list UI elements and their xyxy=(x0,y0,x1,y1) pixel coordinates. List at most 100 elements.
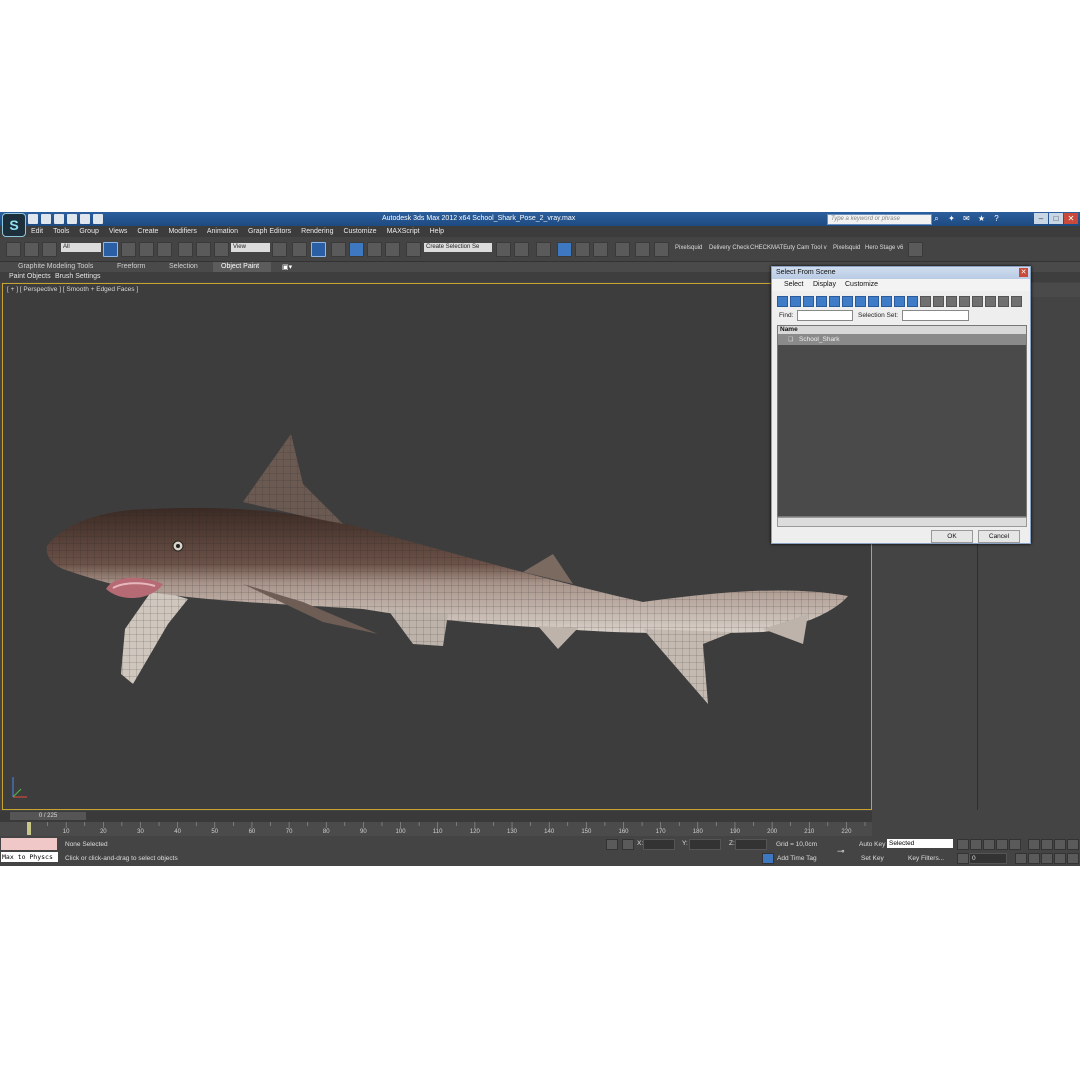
display-bones-icon[interactable] xyxy=(881,296,892,307)
render-setup-icon[interactable] xyxy=(635,242,650,257)
time-configuration-icon[interactable] xyxy=(1015,853,1027,864)
ok-button[interactable]: OK xyxy=(931,530,973,543)
percent-snap-icon[interactable] xyxy=(367,242,382,257)
set-key-button[interactable]: Set Key xyxy=(861,855,884,862)
layer-manager-icon[interactable] xyxy=(536,242,551,257)
toolbar-label-hero-stage[interactable]: Hero Stage v6 xyxy=(865,245,903,251)
current-frame-field[interactable]: 0 xyxy=(969,853,1007,864)
edit-named-selection-icon[interactable] xyxy=(406,242,421,257)
list-item[interactable]: ❏ School_Shark xyxy=(778,334,1026,345)
bind-space-warp-icon[interactable] xyxy=(42,242,57,257)
key-mode-dropdown[interactable]: Selected xyxy=(887,839,953,848)
subscription-icon[interactable]: ✦ xyxy=(947,214,956,223)
select-object-icon[interactable] xyxy=(103,242,118,257)
dialog-menu-customize[interactable]: Customize xyxy=(845,281,878,288)
display-containers-icon[interactable] xyxy=(894,296,905,307)
toolbar-label-checkmate[interactable]: CHECKMATE xyxy=(750,245,787,251)
filter-selected-icon[interactable] xyxy=(1011,296,1022,307)
zoom-all-icon[interactable] xyxy=(1041,839,1053,850)
favorites-star-icon[interactable]: ★ xyxy=(977,214,986,223)
mirror-icon[interactable] xyxy=(496,242,511,257)
menu-views[interactable]: Views xyxy=(109,228,128,235)
display-shapes-icon[interactable] xyxy=(790,296,801,307)
binoculars-icon[interactable]: ⌕ xyxy=(932,214,941,223)
cancel-button[interactable]: Cancel xyxy=(978,530,1020,543)
align-icon[interactable] xyxy=(514,242,529,257)
graphite-toggle-icon[interactable] xyxy=(557,242,572,257)
maxscript-listener-top[interactable] xyxy=(1,838,57,850)
ribbon-options-icon[interactable]: ▣▾ xyxy=(282,263,292,271)
menu-customize[interactable]: Customize xyxy=(343,228,376,235)
display-helpers-icon[interactable] xyxy=(829,296,840,307)
menu-maxscript[interactable]: MAXScript xyxy=(387,228,420,235)
select-by-name-icon[interactable] xyxy=(121,242,136,257)
project-folder-icon[interactable] xyxy=(93,214,103,224)
time-slider[interactable]: 0 / 225 xyxy=(0,811,872,822)
next-frame-icon[interactable] xyxy=(996,839,1008,850)
go-to-start-icon[interactable] xyxy=(957,839,969,850)
reference-coordinate-dropdown[interactable]: View xyxy=(231,243,270,252)
selection-filter-dropdown[interactable]: All xyxy=(61,243,101,252)
go-to-end-icon[interactable] xyxy=(1009,839,1021,850)
curve-editor-icon[interactable] xyxy=(575,242,590,257)
display-geometry-icon[interactable] xyxy=(777,296,788,307)
play-icon[interactable] xyxy=(983,839,995,850)
menu-create[interactable]: Create xyxy=(137,228,158,235)
toolbar-label-pixelsquid-2[interactable]: Pixelsquid xyxy=(833,245,860,251)
selection-set-dropdown[interactable] xyxy=(902,310,969,321)
maximize-button[interactable]: □ xyxy=(1049,213,1063,224)
display-influences-icon[interactable] xyxy=(972,296,983,307)
unlink-icon[interactable] xyxy=(24,242,39,257)
y-coordinate-field[interactable] xyxy=(689,839,721,850)
minimize-button[interactable]: – xyxy=(1034,213,1048,224)
zoom-extents-all-icon[interactable] xyxy=(1067,839,1079,850)
window-crossing-icon[interactable] xyxy=(157,242,172,257)
time-tag-icon[interactable] xyxy=(762,853,774,864)
sort-icon[interactable] xyxy=(985,296,996,307)
auto-key-button[interactable]: Auto Key xyxy=(859,841,885,848)
menu-graph-editors[interactable]: Graph Editors xyxy=(248,228,291,235)
toolbar-label-pixelsquid[interactable]: Pixelsquid xyxy=(675,245,702,251)
key-filters-button[interactable]: Key Filters... xyxy=(908,855,944,862)
previous-frame-icon[interactable] xyxy=(970,839,982,850)
rotate-icon[interactable] xyxy=(196,242,211,257)
tab-graphite-modeling-tools[interactable]: Graphite Modeling Tools xyxy=(18,263,93,270)
shark-model[interactable] xyxy=(3,284,871,809)
toolbar-label-delivery-check[interactable]: Delivery Check xyxy=(709,245,749,251)
undo-icon[interactable] xyxy=(67,214,77,224)
app-logo-button[interactable]: S xyxy=(2,213,26,237)
field-of-view-icon[interactable] xyxy=(1028,853,1040,864)
move-icon[interactable] xyxy=(178,242,193,257)
toolbar-label-cam-tool[interactable]: uty Cam Tool v xyxy=(787,245,827,251)
communication-icon[interactable]: ✉ xyxy=(962,214,971,223)
dialog-close-button[interactable]: ✕ xyxy=(1019,268,1028,277)
redo-icon[interactable] xyxy=(80,214,90,224)
frame-counter[interactable]: 0 / 225 xyxy=(10,812,86,820)
paint-objects-panel[interactable]: Paint Objects xyxy=(9,273,51,280)
zoom-extents-icon[interactable] xyxy=(1054,839,1066,850)
menu-rendering[interactable]: Rendering xyxy=(301,228,333,235)
display-invert-icon[interactable] xyxy=(946,296,957,307)
display-spacewarps-icon[interactable] xyxy=(842,296,853,307)
snaps-toggle-icon[interactable] xyxy=(331,242,346,257)
keyboard-shortcut-override-icon[interactable] xyxy=(311,242,326,257)
menu-modifiers[interactable]: Modifiers xyxy=(168,228,196,235)
spinner-snap-icon[interactable] xyxy=(385,242,400,257)
tab-object-paint[interactable]: Object Paint xyxy=(221,263,259,270)
zoom-icon[interactable] xyxy=(1028,839,1040,850)
tab-selection[interactable]: Selection xyxy=(169,263,198,270)
menu-tools[interactable]: Tools xyxy=(53,228,69,235)
find-input[interactable] xyxy=(797,310,853,321)
display-lights-icon[interactable] xyxy=(803,296,814,307)
new-file-icon[interactable] xyxy=(28,214,38,224)
named-selection-set-dropdown[interactable]: Create Selection Se xyxy=(424,243,492,252)
horizontal-scrollbar[interactable] xyxy=(777,517,1027,527)
open-file-icon[interactable] xyxy=(41,214,51,224)
pivot-center-icon[interactable] xyxy=(272,242,287,257)
scene-object-list[interactable]: Name ❏ School_Shark xyxy=(777,325,1027,517)
close-window-button[interactable]: ✕ xyxy=(1064,213,1078,224)
menu-animation[interactable]: Animation xyxy=(207,228,238,235)
pan-icon[interactable] xyxy=(1041,853,1053,864)
absolute-mode-icon[interactable] xyxy=(622,839,634,850)
menu-edit[interactable]: Edit xyxy=(31,228,43,235)
